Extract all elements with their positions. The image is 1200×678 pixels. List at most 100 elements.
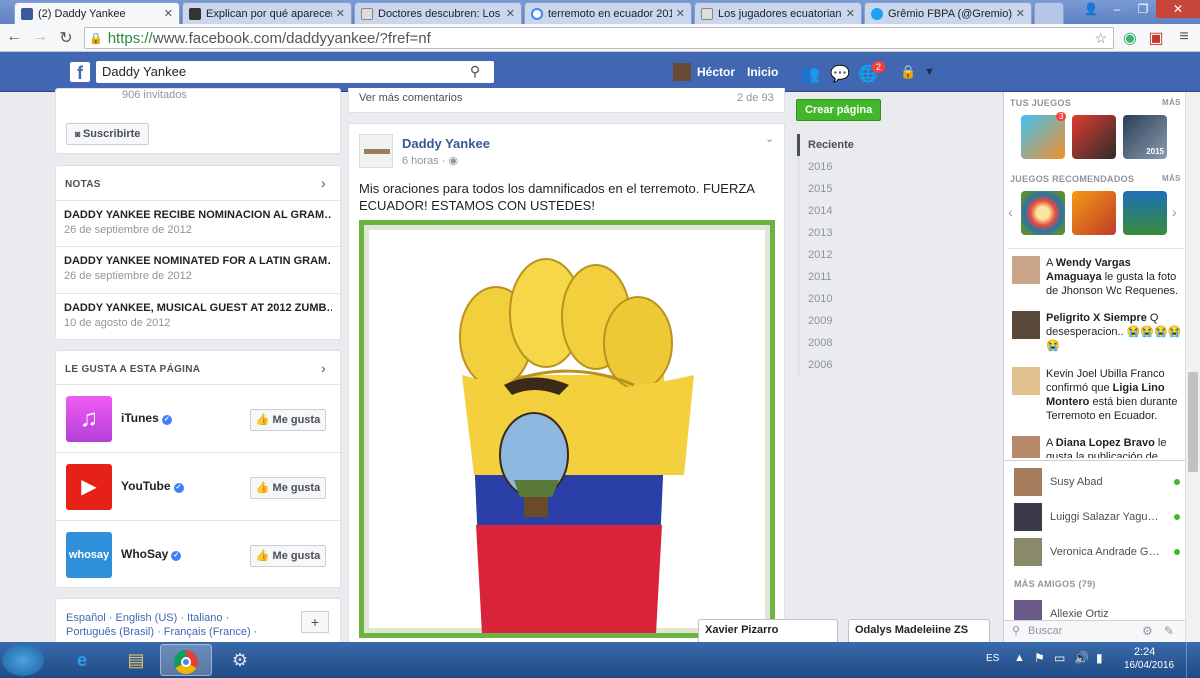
- user-icon[interactable]: 👤: [1078, 0, 1104, 18]
- browser-tab-6[interactable]: Grêmio FBPA (@Gremio) ✕: [864, 2, 1032, 24]
- bookmark-star-icon[interactable]: ☆: [1094, 30, 1107, 47]
- game-icon[interactable]: [1021, 191, 1065, 235]
- compose-icon[interactable]: ✎: [1164, 624, 1174, 638]
- ticker-item[interactable]: A Wendy Vargas Amaguaya le gusta la foto…: [1012, 256, 1182, 300]
- timeline-year[interactable]: 2011: [797, 266, 947, 288]
- home-link[interactable]: Inicio: [747, 65, 778, 79]
- messages-icon[interactable]: 💬: [830, 64, 850, 84]
- note-item[interactable]: DADDY YANKEE, MUSICAL GUEST AT 2012 ZUMB…: [56, 293, 340, 337]
- scrollbar-thumb[interactable]: [1188, 372, 1198, 472]
- game-icon[interactable]: 2015: [1123, 115, 1167, 159]
- new-tab-button[interactable]: [1034, 2, 1064, 24]
- timeline-year[interactable]: 2008: [797, 332, 947, 354]
- timeline-year[interactable]: 2009: [797, 310, 947, 332]
- page-avatar[interactable]: [359, 134, 393, 168]
- chevron-down-icon[interactable]: ▼: [924, 66, 935, 78]
- liked-page-name[interactable]: iTunes ✓: [121, 411, 172, 425]
- liked-page-name[interactable]: YouTube ✓: [121, 479, 184, 493]
- network-icon[interactable]: ▮: [1096, 651, 1103, 665]
- clock-date[interactable]: 16/04/2016: [1124, 660, 1174, 671]
- start-button[interactable]: [2, 644, 44, 676]
- forward-icon[interactable]: →: [30, 28, 50, 46]
- file-explorer-icon[interactable]: ▤: [110, 644, 162, 676]
- scrollbar[interactable]: [1185, 92, 1200, 642]
- chrome-icon[interactable]: [160, 644, 212, 676]
- ticker-item[interactable]: Kevin Joel Ubilla Franco confirmó que Li…: [1012, 367, 1182, 425]
- profile-link[interactable]: Héctor: [673, 63, 735, 81]
- note-item[interactable]: DADDY YANKEE NOMINATED FOR A LATIN GRAM……: [56, 246, 340, 290]
- close-tab-icon[interactable]: ✕: [846, 7, 855, 20]
- add-language-button[interactable]: +: [301, 611, 329, 633]
- post-author[interactable]: Daddy Yankee: [402, 136, 490, 151]
- show-desktop-button[interactable]: [1186, 642, 1200, 678]
- internet-explorer-icon[interactable]: e: [56, 644, 108, 676]
- minimize-icon[interactable]: –: [1104, 0, 1130, 18]
- whosay-icon[interactable]: whosay: [66, 532, 112, 578]
- browser-tab-3[interactable]: Doctores descubren: Los ✕: [354, 2, 522, 24]
- close-tab-icon[interactable]: ✕: [1016, 7, 1025, 20]
- chevron-right-icon[interactable]: ›: [1172, 204, 1177, 220]
- menu-icon[interactable]: ≡: [1174, 28, 1194, 46]
- volume-icon[interactable]: 🔊: [1074, 651, 1089, 665]
- chevron-right-icon[interactable]: ›: [321, 175, 326, 191]
- display-icon[interactable]: ▭: [1054, 651, 1065, 665]
- chevron-left-icon[interactable]: ‹: [1008, 204, 1013, 220]
- chevron-right-icon[interactable]: ›: [321, 360, 326, 376]
- maximize-icon[interactable]: ❐: [1130, 0, 1156, 18]
- timeline-year[interactable]: 2014: [797, 200, 947, 222]
- timeline-year[interactable]: 2016: [797, 156, 947, 178]
- note-item[interactable]: DADDY YANKEE RECIBE NOMINACION AL GRAM… …: [56, 200, 340, 244]
- extension-icon[interactable]: ◉: [1120, 28, 1140, 48]
- chat-contact[interactable]: Luiggi Salazar Yagu…: [1014, 503, 1184, 531]
- post-image[interactable]: [359, 220, 775, 638]
- chat-search-input[interactable]: Buscar: [1028, 625, 1062, 637]
- close-tab-icon[interactable]: ✕: [506, 7, 515, 20]
- game-icon[interactable]: [1123, 191, 1167, 235]
- browser-tab-5[interactable]: Los jugadores ecuatorian ✕: [694, 2, 862, 24]
- clock-time[interactable]: 2:24: [1134, 646, 1155, 658]
- language-links[interactable]: Español · English (US) · Italiano · Port…: [66, 611, 257, 639]
- like-button[interactable]: 👍 Me gusta: [250, 477, 326, 499]
- more-recommended-link[interactable]: MÁS: [1162, 174, 1181, 183]
- more-games-link[interactable]: MÁS: [1162, 98, 1181, 107]
- post-options-icon[interactable]: ⌄: [765, 132, 774, 145]
- timeline-year[interactable]: 2012: [797, 244, 947, 266]
- tray-expand-icon[interactable]: ▲: [1014, 652, 1025, 664]
- search-input[interactable]: Daddy Yankee: [96, 61, 494, 83]
- ticker-item[interactable]: Peligrito X Siempre Q desesperacion.. 😭😭…: [1012, 311, 1182, 355]
- language-indicator[interactable]: ES: [986, 653, 999, 664]
- more-comments-link[interactable]: Ver más comentarios: [359, 92, 462, 104]
- chat-contact[interactable]: Veronica Andrade G…: [1014, 538, 1184, 566]
- close-tab-icon[interactable]: ✕: [336, 7, 345, 20]
- chat-tab[interactable]: Xavier Pizarro: [698, 619, 838, 642]
- like-button[interactable]: 👍 Me gusta: [250, 409, 326, 431]
- like-button[interactable]: 👍 Me gusta: [250, 545, 326, 567]
- browser-tab-4[interactable]: terremoto en ecuador 201 ✕: [524, 2, 692, 24]
- privacy-icon[interactable]: 🔒: [900, 64, 916, 80]
- game-icon[interactable]: [1072, 115, 1116, 159]
- create-page-button[interactable]: Crear página: [796, 99, 882, 121]
- reload-icon[interactable]: ↻: [56, 28, 76, 48]
- flag-icon[interactable]: ⚑: [1034, 651, 1045, 665]
- game-icon[interactable]: [1021, 115, 1065, 159]
- back-icon[interactable]: ←: [4, 28, 24, 46]
- youtube-icon[interactable]: ▶: [66, 464, 112, 510]
- close-tab-icon[interactable]: ✕: [676, 7, 685, 20]
- post-time[interactable]: 6 horas · ◉: [402, 154, 458, 167]
- itunes-icon[interactable]: ♫: [66, 396, 112, 442]
- close-tab-icon[interactable]: ✕: [164, 7, 173, 20]
- chat-contact[interactable]: Susy Abad: [1014, 468, 1184, 496]
- friend-requests-icon[interactable]: 👥: [800, 64, 820, 84]
- extension-icon[interactable]: ▣: [1146, 28, 1166, 48]
- ticker-item[interactable]: A Diana Lopez Bravo le gusta la publicac…: [1012, 436, 1182, 458]
- facebook-logo[interactable]: f: [70, 62, 90, 83]
- address-bar[interactable]: 🔒 https://www.facebook.com/daddyyankee/?…: [84, 27, 1114, 49]
- browser-tab-2[interactable]: Explican por qué aparecen ✕: [182, 2, 352, 24]
- timeline-year[interactable]: 2006: [797, 354, 947, 376]
- timeline-year[interactable]: Reciente: [797, 134, 947, 156]
- timeline-year[interactable]: 2013: [797, 222, 947, 244]
- timeline-year[interactable]: 2015: [797, 178, 947, 200]
- browser-tab-1[interactable]: (2) Daddy Yankee ✕: [14, 2, 180, 24]
- chat-contact[interactable]: Allexie Ortiz: [1014, 600, 1184, 620]
- timeline-year[interactable]: 2010: [797, 288, 947, 310]
